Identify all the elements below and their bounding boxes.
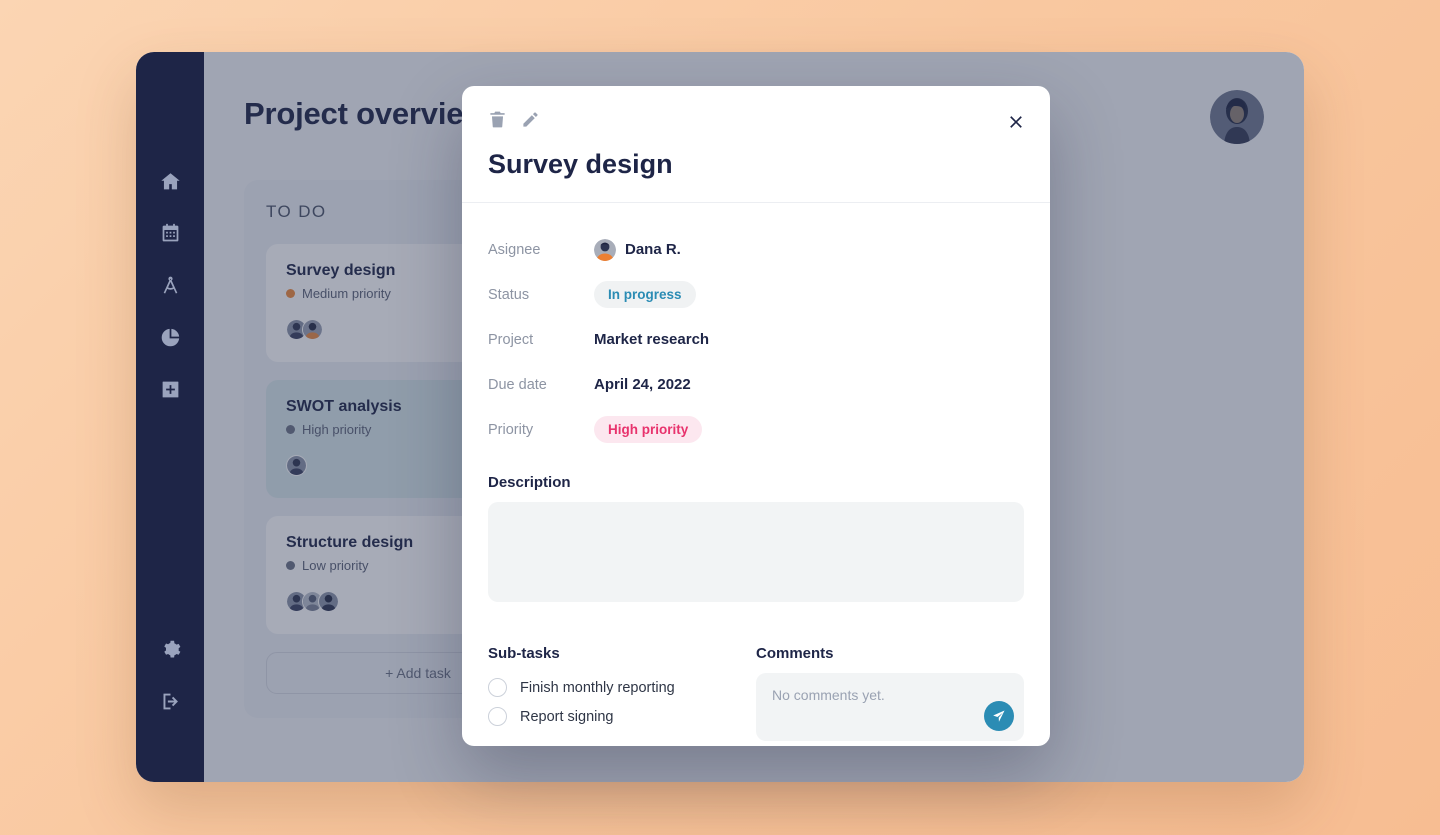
field-label: Due date	[488, 376, 547, 393]
sidebar-item-settings[interactable]	[153, 632, 187, 666]
card-priority: Low priority	[286, 558, 413, 573]
modal-header: Survey design	[462, 86, 1050, 180]
subtask-label: Finish monthly reporting	[520, 679, 675, 696]
gear-icon	[163, 640, 180, 658]
subtask-item[interactable]: Finish monthly reporting	[488, 673, 756, 702]
field-project: Project Market research	[488, 317, 1024, 362]
comments-label: Comments	[756, 645, 834, 662]
modal-lower: Sub-tasks Finish monthly reporting Repor…	[488, 623, 1024, 741]
card-priority: Medium priority	[286, 286, 395, 301]
priority-dot	[286, 289, 295, 298]
comment-placeholder: No comments yet.	[772, 687, 885, 703]
field-status: Status In progress	[488, 272, 1024, 317]
subtasks-label: Sub-tasks	[488, 645, 560, 662]
logout-icon	[163, 693, 178, 709]
priority-label: Low priority	[302, 558, 369, 573]
send-icon	[993, 710, 1005, 722]
subtask-checkbox[interactable]	[488, 707, 507, 726]
priority-label: High priority	[302, 422, 372, 437]
close-button[interactable]	[1006, 112, 1026, 132]
page-title: Project overview	[244, 96, 488, 131]
calendar-icon	[162, 223, 178, 241]
sidebar-item-logout[interactable]	[153, 684, 187, 718]
compass-icon	[163, 276, 177, 294]
card-avatars	[286, 591, 339, 612]
task-detail-modal: Survey design Asignee Dana R. Status In …	[462, 86, 1050, 746]
home-icon	[160, 172, 180, 189]
priority-badge[interactable]: High priority	[594, 416, 703, 443]
field-label: Status	[488, 286, 530, 303]
field-value-project[interactable]: Market research	[594, 331, 709, 348]
sidebar	[136, 52, 204, 782]
card-title: Survey design	[286, 262, 396, 279]
modal-body: Asignee Dana R. Status In progress Proje…	[462, 203, 1050, 741]
plus-box-icon	[162, 381, 178, 397]
card-title: Structure design	[286, 534, 414, 551]
user-avatar-image	[1210, 90, 1264, 144]
sidebar-item-add[interactable]	[153, 372, 187, 406]
subtask-item[interactable]: Report signing	[488, 702, 756, 731]
field-value-assignee[interactable]: Dana R.	[594, 238, 681, 261]
assignee-name: Dana R.	[625, 241, 681, 258]
send-comment-button[interactable]	[984, 701, 1014, 731]
priority-dot	[286, 425, 295, 434]
subtask-checkbox[interactable]	[488, 678, 507, 697]
pencil-icon	[523, 112, 538, 127]
field-priority: Priority High priority	[488, 407, 1024, 452]
card-avatars	[286, 319, 323, 340]
avatar	[318, 591, 339, 612]
trash-icon	[490, 111, 505, 128]
field-due-date: Due date April 24, 2022	[488, 362, 1024, 407]
priority-dot	[286, 561, 295, 570]
description-label: Description	[488, 474, 571, 491]
field-label: Project	[488, 331, 534, 348]
edit-button[interactable]	[521, 110, 540, 129]
sidebar-item-reports[interactable]	[153, 320, 187, 354]
avatar	[302, 319, 323, 340]
modal-header-actions	[488, 110, 1024, 129]
card-priority: High priority	[286, 422, 402, 437]
comments-section: Comments No comments yet.	[756, 623, 1024, 741]
close-icon	[1010, 116, 1022, 128]
comment-input-wrapper[interactable]: No comments yet.	[756, 673, 1024, 741]
subtasks-section: Sub-tasks Finish monthly reporting Repor…	[488, 623, 756, 741]
field-assignee: Asignee Dana R.	[488, 227, 1024, 272]
subtask-label: Report signing	[520, 708, 614, 725]
priority-label: Medium priority	[302, 286, 391, 301]
modal-title: Survey design	[488, 149, 673, 179]
field-label: Priority	[488, 421, 534, 438]
field-value-due-date[interactable]: April 24, 2022	[594, 376, 691, 393]
card-title: SWOT analysis	[286, 398, 402, 415]
sidebar-item-home[interactable]	[153, 164, 187, 198]
field-label: Asignee	[488, 241, 541, 258]
pie-chart-icon	[161, 328, 179, 346]
sidebar-item-design[interactable]	[153, 268, 187, 302]
assignee-avatar	[594, 238, 616, 261]
delete-button[interactable]	[488, 110, 507, 129]
status-badge[interactable]: In progress	[594, 281, 696, 308]
avatar	[286, 455, 307, 476]
description-input[interactable]	[488, 502, 1024, 602]
avatar[interactable]	[1210, 90, 1264, 144]
sidebar-item-calendar[interactable]	[153, 216, 187, 250]
card-avatars	[286, 455, 307, 476]
